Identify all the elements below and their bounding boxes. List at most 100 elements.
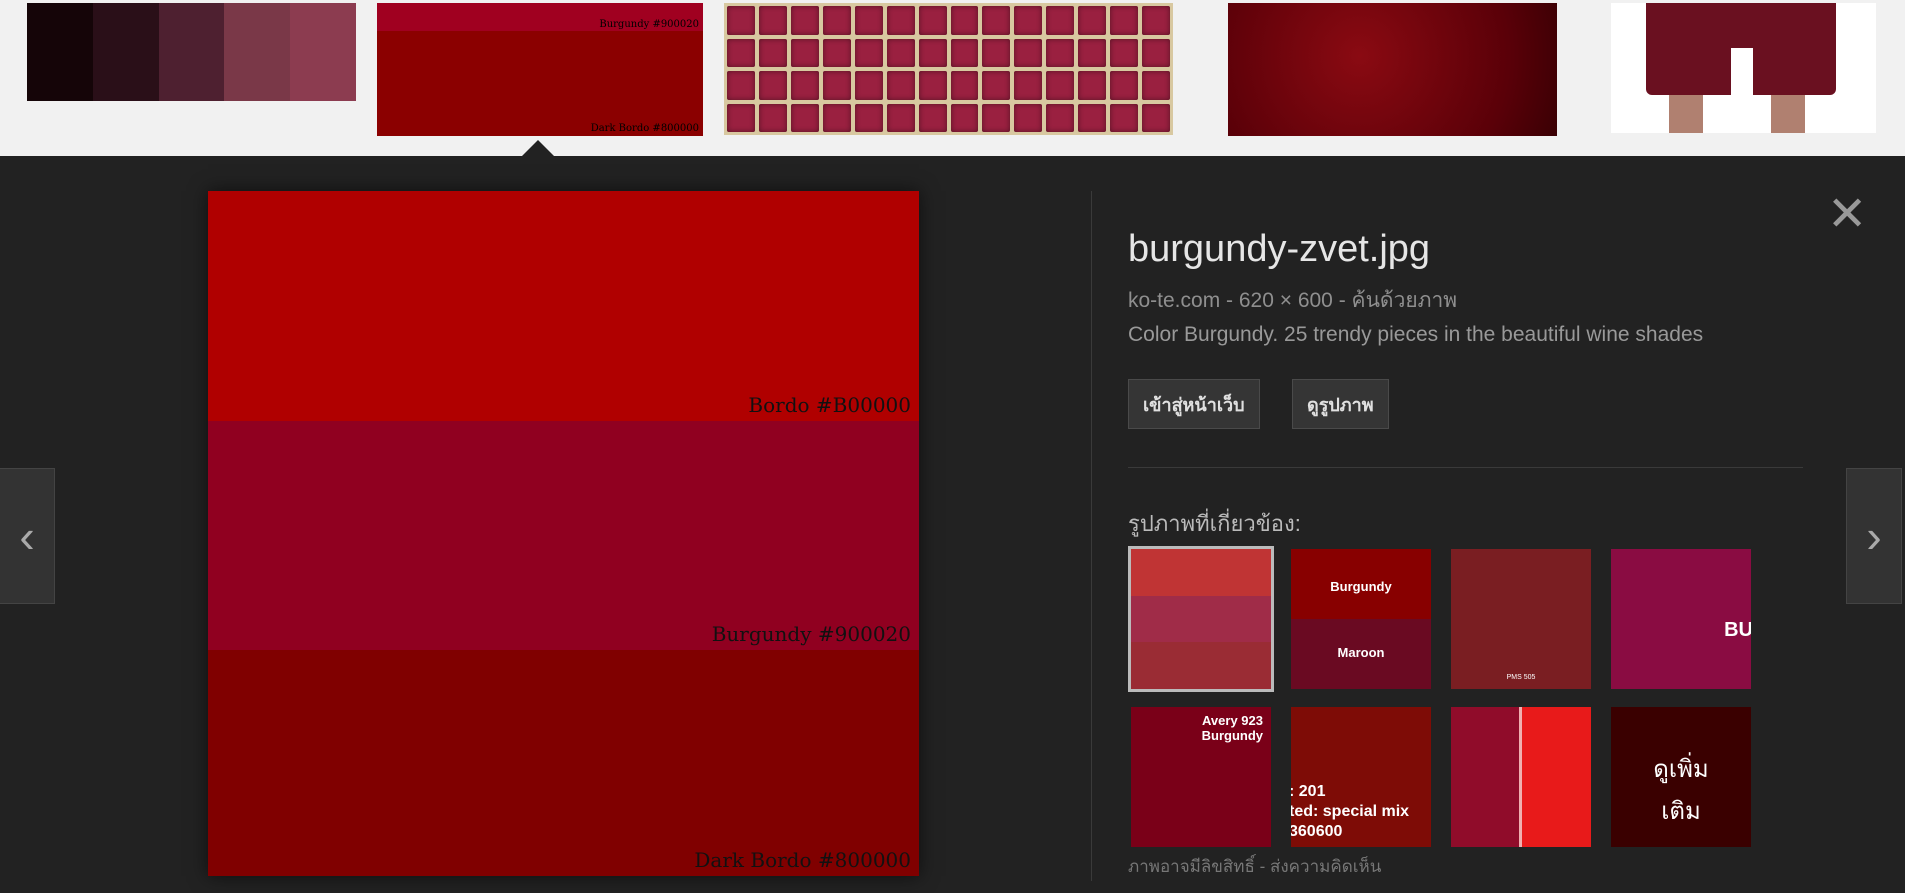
swatch [92, 3, 159, 101]
related-thumbnail[interactable] [1451, 707, 1591, 847]
close-icon[interactable]: ✕ [1827, 191, 1867, 239]
tile [982, 38, 1011, 67]
tile [822, 71, 851, 100]
result-thumbnail-selected[interactable]: Burgundy #900020 Dark Bordo #800000 [377, 3, 703, 136]
view-image-button[interactable]: ดูรูปภาพ [1292, 379, 1389, 429]
color-band: Bordo #B00000 [208, 191, 919, 421]
tile [1110, 6, 1139, 35]
image-title[interactable]: burgundy-zvet.jpg [1128, 228, 1430, 271]
tile [727, 6, 755, 35]
tile [950, 103, 979, 132]
tile [1142, 38, 1170, 67]
related-thumbnail[interactable]: Avery 923 Burgundy [1131, 707, 1271, 847]
result-thumbnail-shorts[interactable] [1611, 3, 1876, 133]
band-label: Burgundy #900020 [711, 622, 911, 646]
tile [758, 103, 787, 132]
tile [950, 71, 979, 100]
tile [1142, 71, 1170, 100]
chevron-right-icon: › [1866, 510, 1882, 562]
result-thumbnail-tiles[interactable] [724, 3, 1173, 135]
tile [918, 38, 947, 67]
image-description[interactable]: Color Burgundy. 25 trendy pieces in the … [1128, 323, 1703, 347]
tile [822, 38, 851, 67]
thumb-label: PMS 505 [1506, 674, 1536, 681]
tile [1078, 6, 1107, 35]
tile [854, 71, 883, 100]
tile [1014, 71, 1043, 100]
thumb-label: BU [1724, 619, 1751, 641]
preview-panel: ‹ Bordo #B00000 Burgundy #900020 Dark Bo… [0, 156, 1905, 893]
tile [854, 38, 883, 67]
tile [918, 6, 947, 35]
next-image-button[interactable]: › [1846, 468, 1902, 604]
leg-shape [1771, 95, 1805, 133]
see-more-label: ดูเพิ่ม [1653, 756, 1709, 783]
tile [918, 103, 947, 132]
related-thumbnail[interactable]: BU [1611, 549, 1751, 689]
results-strip: Burgundy #900020 Dark Bordo #800000 [0, 0, 1905, 156]
tile [1110, 103, 1139, 132]
preview-image[interactable]: Bordo #B00000 Burgundy #900020 Dark Bord… [208, 191, 919, 876]
thumb-label: Dark Bordo #800000 [590, 123, 699, 134]
tile [727, 38, 755, 67]
tile [950, 6, 979, 35]
tile [982, 103, 1011, 132]
related-thumbnail[interactable]: PMS 505 [1451, 549, 1591, 689]
related-thumbnail[interactable] [1128, 546, 1274, 692]
thumb-label: 360600 [1291, 823, 1343, 840]
thumb-label: : 201 [1291, 783, 1326, 800]
visit-page-button[interactable]: เข้าสู่หน้าเว็บ [1128, 379, 1260, 429]
see-more-button[interactable]: ดูเพิ่ม เติม [1611, 707, 1751, 847]
divider [1128, 467, 1803, 468]
tile [886, 71, 915, 100]
result-thumbnail-texture[interactable] [1228, 3, 1557, 136]
tile [1014, 6, 1043, 35]
tile [918, 71, 947, 100]
tile [886, 103, 915, 132]
band-label: Bordo #B00000 [748, 393, 911, 417]
band-label: Dark Bordo #800000 [694, 848, 911, 872]
related-thumbnail[interactable]: : 201 ted: special mix 360600 [1291, 707, 1431, 847]
tile [982, 71, 1011, 100]
color-band: Dark Bordo #800000 [208, 650, 919, 876]
tile [1078, 103, 1107, 132]
footer-links[interactable]: ภาพอาจมีลิขสิทธิ์ - ส่งความคิดเห็น [1128, 853, 1381, 880]
tile [822, 6, 851, 35]
tile [886, 38, 915, 67]
swatch [158, 3, 225, 101]
image-meta: ko-te.com - 620 × 600 - ค้นด้วยภาพ [1128, 289, 1458, 312]
tile [1014, 103, 1043, 132]
tile [1046, 6, 1075, 35]
swatch [27, 3, 93, 101]
band [1131, 596, 1271, 642]
see-more-label: เติม [1661, 798, 1701, 825]
panel-divider [1091, 191, 1092, 881]
tile [790, 6, 819, 35]
thumb-label: ted: special mix [1291, 803, 1410, 820]
tile [1046, 38, 1075, 67]
tile [727, 103, 755, 132]
chevron-left-icon: ‹ [19, 510, 35, 562]
tile [1078, 71, 1107, 100]
tile [886, 6, 915, 35]
related-images-heading: รูปภาพที่เกี่ยวข้อง: [1128, 511, 1301, 536]
thumb-label: Burgundy [1201, 728, 1263, 743]
related-thumbnail[interactable]: Burgundy Maroon [1291, 549, 1431, 689]
result-thumbnail-palette[interactable] [27, 3, 356, 101]
tile [1046, 71, 1075, 100]
tile [1142, 103, 1170, 132]
tile [758, 6, 787, 35]
previous-image-button[interactable]: ‹ [0, 468, 55, 604]
tile [1078, 38, 1107, 67]
thumb-label: Maroon [1337, 645, 1385, 660]
tile [1046, 103, 1075, 132]
tile [1142, 6, 1170, 35]
band [1451, 707, 1519, 847]
tile [854, 103, 883, 132]
thumb-label: Avery 923 [1202, 713, 1263, 728]
band [1519, 707, 1522, 847]
swatch [290, 3, 356, 101]
shorts-gap [1731, 48, 1753, 98]
tile [950, 38, 979, 67]
tile [1110, 71, 1139, 100]
